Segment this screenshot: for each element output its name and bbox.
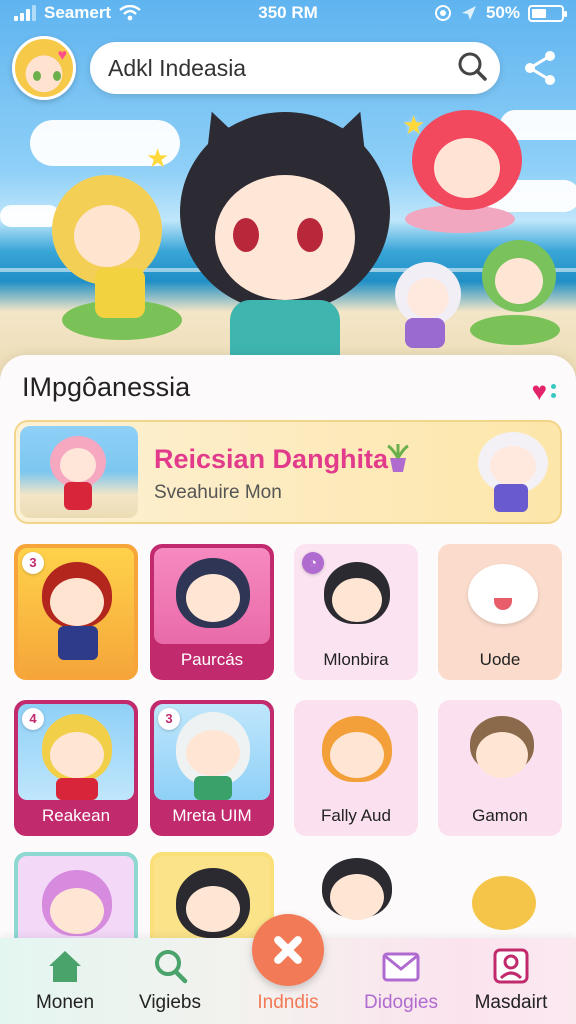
character-green-hair-girl [482,240,556,312]
bow-icon: ♥ [57,47,68,64]
grid-card[interactable]: 4 Reakean [14,700,138,836]
featured-thumbnail [20,426,138,518]
grid-card[interactable]: Paurcás [150,544,274,680]
battery-percent: 50% [485,3,520,22]
featured-subtitle: Sveahuire Mon [154,482,282,503]
heart-icon: ♥ [531,376,547,406]
grid-card-label: Mlonbira [323,650,389,669]
battery-icon [528,4,567,22]
section-title: IMpgôanessia [22,372,191,402]
grid-card[interactable]: Gamon [438,700,562,836]
grid-card-label: Gamon [472,806,528,825]
grass-patch [470,315,560,345]
featured-title: Reicsian Danghita [154,444,389,474]
eye [233,218,259,252]
nav-label: Didogies [364,992,438,1013]
grid-card[interactable]: 3 Mreta UIM [150,700,274,836]
teal-outfit [230,300,340,355]
character-white-hair-girl [395,262,461,326]
plant-pot-icon [384,442,412,481]
nav-item-search[interactable]: Vigiebs [115,938,225,1024]
location-arrow-icon [461,6,476,20]
yellow-outfit [95,268,145,318]
nav-label: Masdairt [474,992,548,1013]
grid-card[interactable]: Uode [438,544,562,680]
search-icon [155,950,188,984]
profile-card-icon [493,948,529,984]
grid-card-label: Fally Aud [321,806,391,825]
status-bar: Seamert 350 RM 50% [0,0,576,28]
search-icon[interactable] [448,42,500,94]
clock-icon: ◔ [302,552,324,574]
mail-icon [382,952,420,982]
home-icon [49,951,81,982]
badge: 3 [158,708,180,730]
nav-item-home[interactable]: Monen [10,938,120,1024]
share-icon[interactable] [520,48,560,88]
more-dots-icon [551,384,556,398]
at-icon [434,5,451,21]
nav-label: Vigiebs [139,992,201,1013]
nav-item-profile[interactable]: Masdairt [456,938,566,1024]
grid-card[interactable]: ◔ Mlonbira [294,544,418,680]
nav-item-messages[interactable]: Didogies [346,938,456,1024]
eye [297,218,323,252]
grid-card-label: Uode [479,650,521,669]
close-icon[interactable] [252,914,324,986]
featured-card[interactable]: Reicsian Danghita Sveahuire Mon [14,420,562,524]
search-input[interactable]: Adkl Indeasia [108,55,448,82]
nav-label: Monen [35,992,95,1013]
featured-character-outfit [494,484,528,512]
grid-card-label: Mreta UIM [172,806,252,825]
grid-card-label: Paurcás [180,650,244,669]
featured-character-face [490,446,536,486]
badge: 3 [22,552,44,574]
nav-label: Indndis [257,992,319,1013]
favorites-button[interactable]: ♥ [532,378,556,404]
purple-outfit [405,318,445,348]
grid-card[interactable]: Fally Aud [294,700,418,836]
cloud [0,205,60,227]
badge: 4 [22,708,44,730]
search-bar[interactable]: Adkl Indeasia [90,42,500,94]
grid-card[interactable]: 3 [14,544,138,680]
profile-avatar[interactable]: ♥ [12,36,76,100]
star-icon: ★ [146,143,170,173]
grid-card-label: Reakean [41,806,111,825]
character-red-hair-girl [412,110,522,210]
